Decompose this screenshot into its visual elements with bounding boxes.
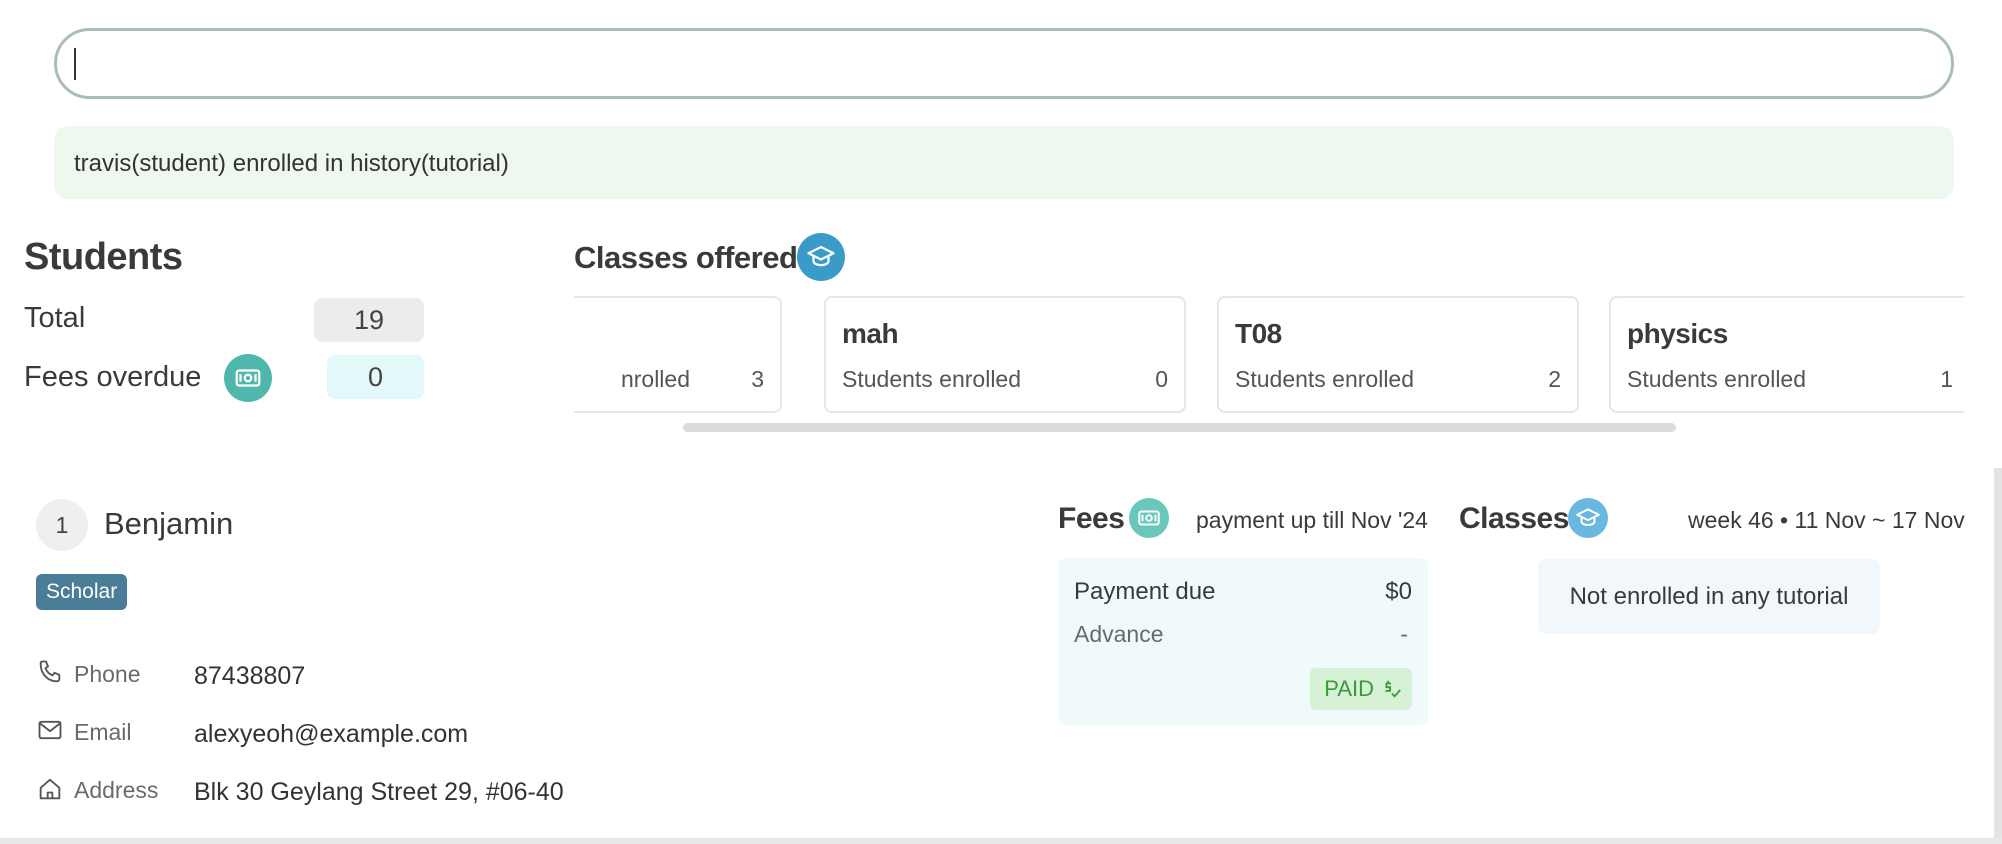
advance-value: -: [1400, 621, 1408, 647]
email-value: alexyeoh@example.com: [194, 720, 469, 748]
command-input[interactable]: [54, 28, 1954, 99]
class-name: physics: [1627, 318, 1728, 349]
phone-value: 87438807: [194, 662, 306, 690]
classes-carousel[interactable]: nrolled 3 mah Students enrolled 0 T08 St…: [574, 296, 1964, 416]
class-enrolled-count: 1: [1940, 366, 1953, 392]
class-enrolled-count: 3: [751, 366, 764, 392]
person-tag: Scholar: [36, 574, 128, 610]
class-enrolled-label: nrolled: [620, 366, 690, 392]
vertical-scrollbar[interactable]: [1994, 468, 2002, 838]
address-value: Blk 30 Geylang Street 29, #06-40: [194, 778, 564, 806]
total-label: Total: [24, 302, 86, 334]
total-count-badge: 19: [314, 298, 424, 342]
class-enrolled-label: Students enrolled: [842, 366, 1022, 392]
result-display: travis(student) enrolled in history(tuto…: [54, 126, 1954, 199]
home-icon: [39, 778, 61, 800]
class-name: mah: [842, 318, 899, 349]
text-caret: [74, 48, 76, 80]
class-card[interactable]: T08 Students enrolled 2: [1217, 296, 1579, 413]
class-enrolled-label: Students enrolled: [1627, 366, 1807, 392]
class-card[interactable]: nrolled 3: [574, 296, 782, 413]
payment-due-label: Payment due: [1074, 578, 1216, 605]
bottom-divider: [0, 838, 2002, 844]
result-message: travis(student) enrolled in history(tuto…: [74, 150, 509, 177]
class-card[interactable]: physics Students enrolled 1: [1609, 296, 1964, 413]
phone-label: Phone: [74, 661, 141, 687]
email-label: Email: [74, 719, 132, 745]
fees-period: payment up till Nov '24: [1196, 507, 1428, 533]
payment-due-value: $0: [1385, 578, 1412, 605]
address-label: Address: [74, 777, 159, 803]
graduation-cap-icon: [1568, 498, 1608, 538]
classes-offered-title: Classes offered: [574, 240, 798, 275]
person-name: Benjamin: [104, 506, 234, 541]
class-card[interactable]: mah Students enrolled 0: [824, 296, 1186, 413]
phone-icon: [39, 660, 61, 683]
paid-check-icon: [1385, 680, 1401, 698]
fees-title: Fees: [1058, 502, 1125, 535]
class-enrolled-count: 0: [1155, 366, 1168, 392]
no-tutorial-message: Not enrolled in any tutorial: [1538, 559, 1880, 634]
class-enrolled-count: 2: [1548, 366, 1561, 392]
fees-overdue-badge: 0: [327, 355, 424, 399]
person-index: 1: [36, 499, 88, 551]
money-icon: [224, 354, 272, 402]
students-title: Students: [24, 236, 183, 278]
class-enrolled-label: Students enrolled: [1235, 366, 1415, 392]
week-range: week 46 • 11 Nov ~ 17 Nov: [1688, 507, 1965, 533]
advance-label: Advance: [1074, 621, 1164, 647]
graduation-cap-icon: [797, 233, 845, 281]
paid-status-badge: PAID: [1310, 668, 1412, 710]
envelope-icon: [38, 720, 62, 740]
classes-title: Classes: [1459, 502, 1569, 535]
money-icon: [1129, 498, 1169, 538]
fees-overdue-label: Fees overdue: [24, 361, 202, 393]
paid-status-text: PAID: [1324, 676, 1374, 701]
fees-panel: Payment due $0 Advance - PAID: [1058, 558, 1428, 725]
carousel-scrollbar[interactable]: [683, 423, 1676, 432]
class-name: T08: [1235, 318, 1282, 349]
